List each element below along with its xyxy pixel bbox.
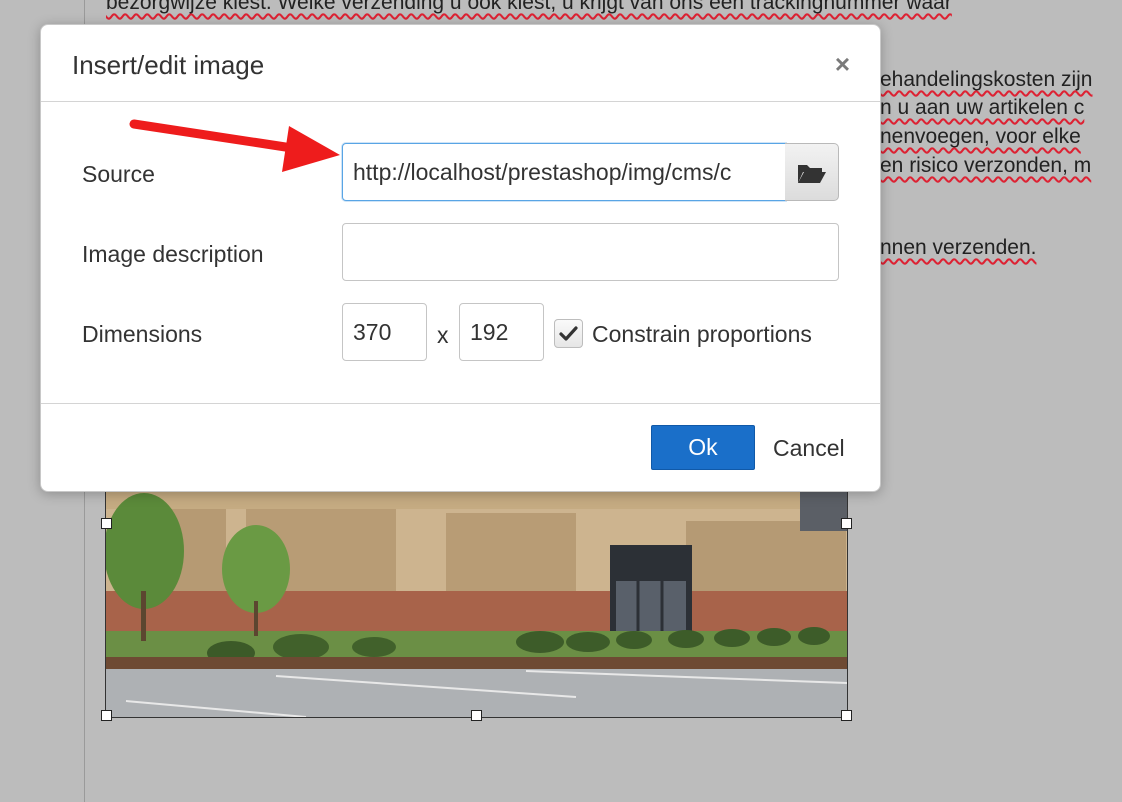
folder-open-icon — [798, 165, 826, 183]
checkmark-icon — [559, 326, 578, 341]
editor-text-line: en risico verzonden, m — [880, 154, 1092, 177]
selected-image[interactable] — [105, 470, 848, 718]
constrain-checkbox[interactable] — [554, 319, 583, 348]
editor-text-line: ehandelingskosten zijn — [880, 68, 1093, 91]
width-input[interactable] — [342, 303, 427, 361]
dimension-separator: x — [437, 322, 449, 348]
editor-text-line: nenvoegen, voor elke — [880, 125, 1081, 148]
resize-handle[interactable] — [101, 518, 112, 529]
resize-handle[interactable] — [101, 710, 112, 721]
description-label: Image description — [82, 241, 264, 267]
dialog-title: Insert/edit image — [72, 50, 265, 80]
storefront-photo — [106, 471, 847, 717]
resize-handle[interactable] — [471, 710, 482, 721]
editor-text-line: nnen verzenden. — [880, 236, 1037, 259]
description-input[interactable] — [342, 223, 839, 281]
editor-text-line: n u aan uw artikelen c — [880, 96, 1085, 119]
constrain-label[interactable]: Constrain proportions — [592, 321, 812, 348]
dialog-header: Insert/edit image × — [41, 25, 880, 102]
close-icon[interactable]: × — [835, 49, 850, 80]
cancel-button[interactable]: Cancel — [773, 435, 845, 462]
source-label: Source — [82, 161, 155, 187]
browse-button[interactable] — [785, 143, 839, 201]
source-input[interactable] — [342, 143, 786, 201]
height-input[interactable] — [459, 303, 544, 361]
editor-text-line: bezorgwijze kiest. Welke verzending u oo… — [106, 0, 952, 14]
footer-divider — [41, 403, 880, 404]
dimensions-label: Dimensions — [82, 321, 203, 347]
ok-button[interactable]: Ok — [651, 425, 755, 470]
resize-handle[interactable] — [841, 518, 852, 529]
resize-handle[interactable] — [841, 710, 852, 721]
insert-image-dialog: Insert/edit image × Source Image descrip… — [40, 24, 881, 492]
